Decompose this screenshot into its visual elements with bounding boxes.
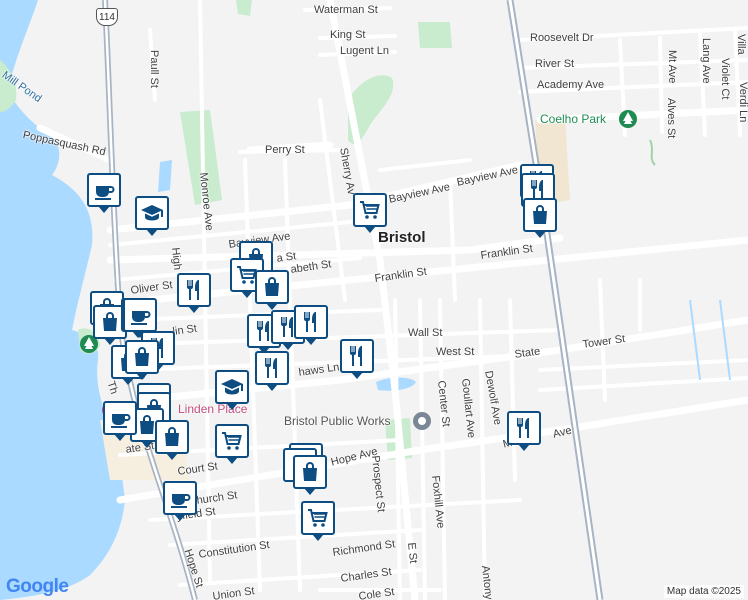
street-label: Alves St — [665, 98, 677, 139]
coffee-icon — [92, 178, 116, 202]
map-marker[interactable] — [507, 411, 541, 451]
map-marker[interactable] — [353, 193, 387, 233]
school-icon — [220, 375, 244, 399]
coffee-icon — [168, 486, 192, 510]
street-label: Academy Ave — [537, 79, 605, 91]
map-marker[interactable] — [125, 340, 159, 380]
map-marker[interactable] — [523, 198, 557, 238]
shopping-bag-icon — [260, 275, 284, 299]
shopping-cart-icon — [306, 506, 330, 530]
map-marker[interactable] — [294, 305, 328, 345]
map-marker[interactable] — [255, 270, 289, 310]
shopping-bag-icon — [528, 203, 552, 227]
street-label: River St — [535, 58, 575, 70]
shopping-cart-icon — [358, 198, 382, 222]
map-marker[interactable] — [301, 501, 335, 541]
street-label: E St — [405, 541, 420, 564]
map-marker[interactable] — [123, 298, 157, 338]
map-marker[interactable] — [87, 173, 121, 213]
street-label: Perry St — [265, 144, 305, 156]
street-label: Lugent Ln — [340, 45, 389, 57]
street-label: West St — [436, 346, 475, 358]
street-label: King St — [330, 29, 366, 41]
map-marker[interactable] — [340, 339, 374, 379]
restaurant-icon — [512, 416, 536, 440]
map-marker[interactable] — [215, 370, 249, 410]
restaurant-icon — [260, 356, 284, 380]
map-marker[interactable] — [155, 420, 189, 460]
map-canvas[interactable]: 114 Waterman St King St Lugent Ln Roosev… — [0, 0, 748, 600]
street-label: Villa — [735, 34, 747, 55]
park-label[interactable]: Coelho Park — [540, 113, 606, 125]
map-marker[interactable] — [103, 401, 137, 441]
map-marker[interactable] — [255, 351, 289, 391]
map-attribution[interactable]: Map data ©2025 — [663, 585, 744, 598]
restaurant-icon — [182, 278, 206, 302]
shopping-bag-icon — [98, 310, 122, 334]
street-label: Wall St — [408, 327, 443, 339]
school-icon — [140, 201, 164, 225]
route-114-shield: 114 — [96, 8, 118, 26]
street-label: Mt Ave — [666, 50, 678, 84]
coffee-icon — [128, 303, 152, 327]
street-label: Waterman St — [314, 4, 378, 16]
restaurant-icon — [299, 310, 323, 334]
street-label: High — [169, 246, 184, 271]
map-marker[interactable] — [163, 481, 197, 521]
map-marker[interactable] — [293, 455, 327, 495]
map-marker[interactable] — [215, 424, 249, 464]
coffee-icon — [108, 406, 132, 430]
shopping-bag-icon — [130, 345, 154, 369]
google-logo[interactable]: Google — [6, 576, 69, 598]
town-label: Bristol — [378, 229, 426, 246]
map-marker[interactable] — [135, 196, 169, 236]
shopping-cart-icon — [220, 429, 244, 453]
street-label: Antony — [479, 564, 495, 600]
map-marker[interactable] — [177, 273, 211, 313]
street-label: Verdi Ln — [737, 82, 748, 123]
street-label: Violet Ct — [719, 58, 731, 100]
street-label: Paull St — [148, 50, 160, 88]
street-label: Lang Ave — [700, 38, 712, 84]
shopping-bag-icon — [160, 425, 184, 449]
street-label: Roosevelt Dr — [530, 32, 594, 44]
shopping-bag-icon — [298, 460, 322, 484]
place-label[interactable]: Bristol Public Works — [284, 415, 390, 427]
restaurant-icon — [345, 344, 369, 368]
